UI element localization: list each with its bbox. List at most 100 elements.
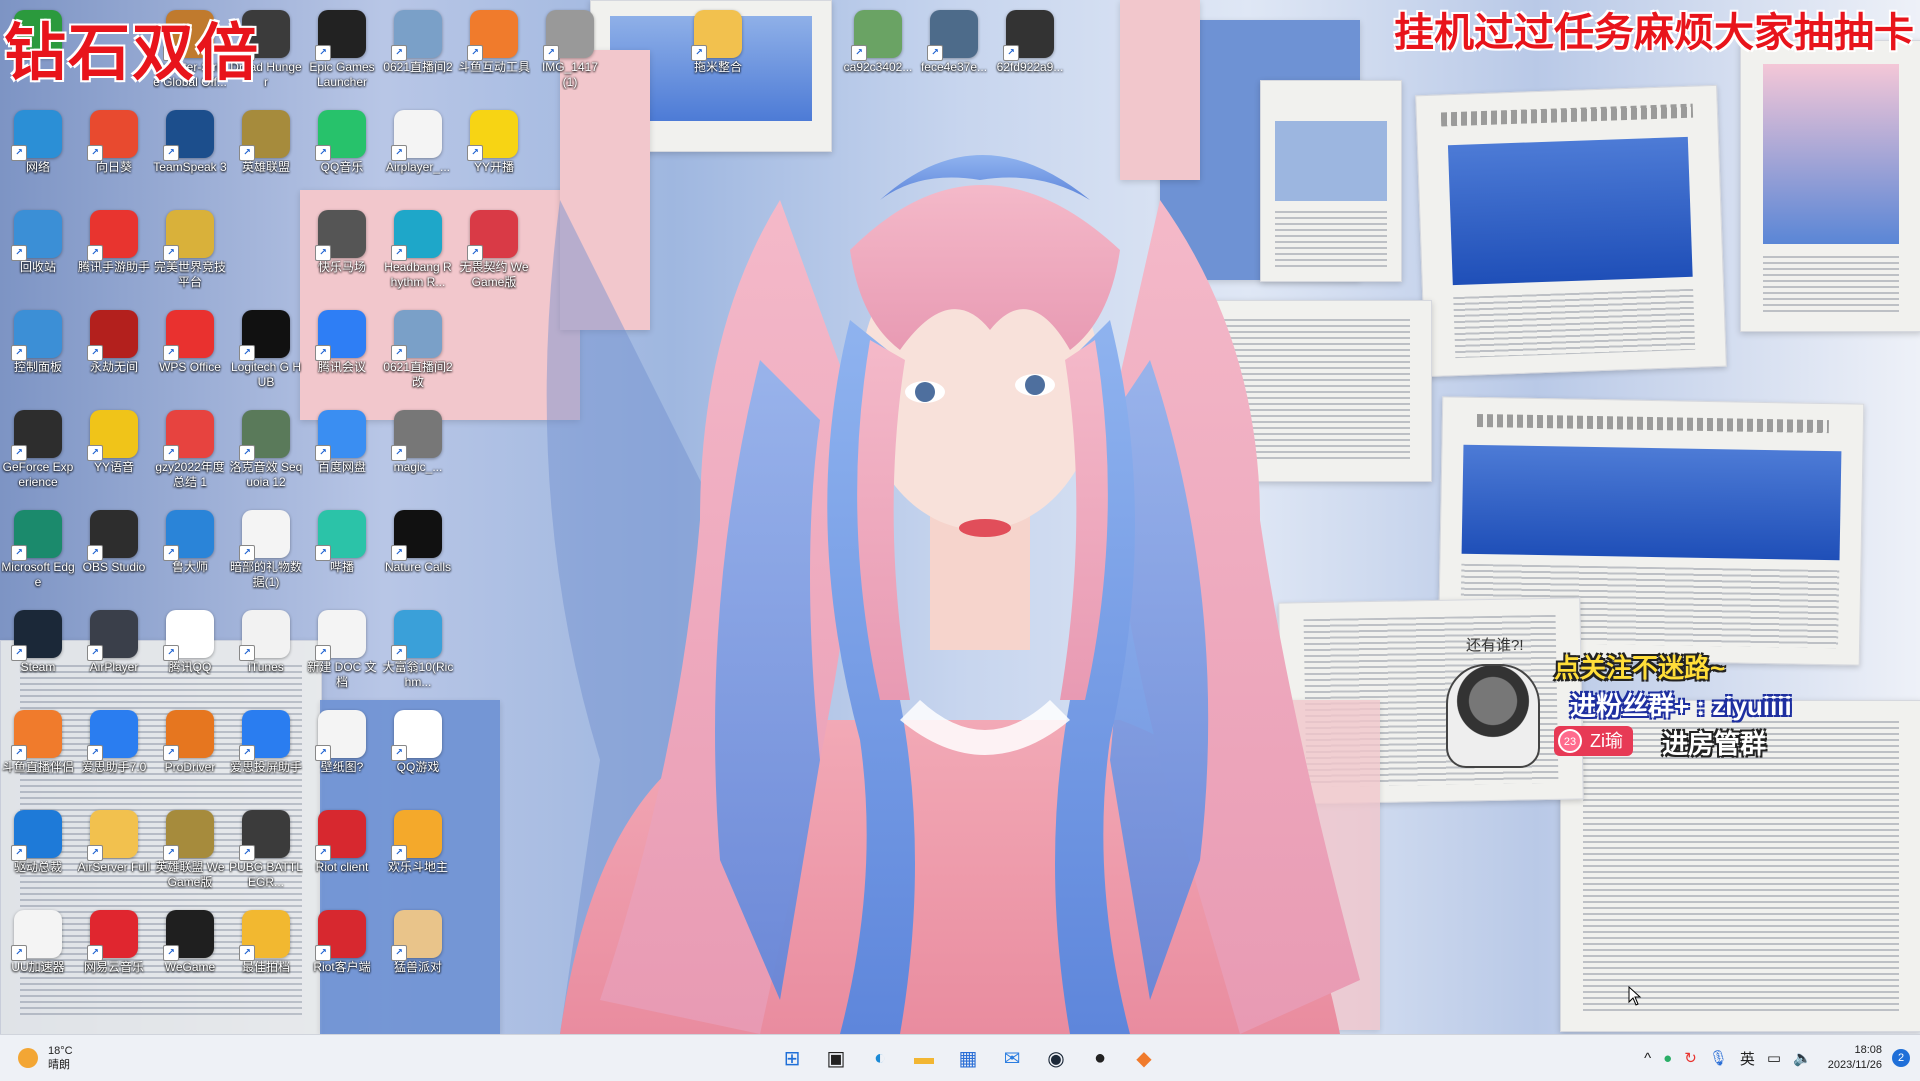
shortcut-arrow-icon: ↗	[239, 945, 255, 961]
desktop-icon[interactable]: ↗ 鲁大师	[153, 504, 227, 600]
desktop-icon[interactable]: ↗ 斗鱼直播伴侣	[1, 704, 75, 800]
desktop-icon[interactable]: ↗ 腾讯QQ	[153, 604, 227, 700]
desktop-icon[interactable]: ↗ Microsoft Edge	[1, 504, 75, 600]
notification-badge[interactable]: 2	[1892, 1049, 1910, 1067]
desktop-icon[interactable]: ↗ 大富翁10(Richm...	[381, 604, 455, 700]
weather-widget[interactable]: 18°C 晴朗	[18, 1041, 73, 1075]
desktop-icon[interactable]: ↗ GeForce Experience	[1, 404, 75, 500]
desktop-icon-label: gzy2022年度总结 1	[155, 460, 225, 489]
shortcut-arrow-icon: ↗	[87, 945, 103, 961]
desktop-icon[interactable]: ↗ Headbang Rhythm R...	[381, 204, 455, 300]
desktop-icon[interactable]: ↗ Riot client	[305, 804, 379, 900]
desktop-icon[interactable]: ↗ 壁纸图?	[305, 704, 379, 800]
desktop-icon[interactable]: ↗ OBS Studio	[77, 504, 151, 600]
shortcut-arrow-icon: ↗	[87, 645, 103, 661]
microsoft-store-icon[interactable]: ▦	[950, 1040, 986, 1076]
desktop-icon[interactable]: ↗ 网易云音乐	[77, 904, 151, 1000]
desktop-icon-label: fece4e37e...	[920, 60, 988, 74]
desktop-icon[interactable]: ↗ AirServer Full	[77, 804, 151, 900]
desktop-icon[interactable]: ↗ 暗部的礼物数据(1)	[229, 504, 303, 600]
desktop-icon[interactable]: ↗ fece4e37e...	[917, 4, 991, 100]
shortcut-arrow-icon: ↗	[163, 545, 179, 561]
desktop-icon[interactable]: ↗ Riot客户端	[305, 904, 379, 1000]
bibo-icon: ↗	[315, 510, 366, 561]
desktop-icon[interactable]: ↗ 网络	[1, 104, 75, 200]
valorant-icon: ↗	[467, 210, 518, 261]
desktop-icon[interactable]: ↗ 腾讯会议	[305, 304, 379, 400]
desktop-icon[interactable]: ↗ 斗鱼互动工具	[457, 4, 531, 100]
desktop-icon[interactable]: ↗ 拖米整合	[681, 4, 755, 100]
desktop-icon[interactable]: ↗ ProDriver	[153, 704, 227, 800]
desktop-icon[interactable]: ↗ Airplayer_...	[381, 104, 455, 200]
desktop-icon[interactable]: ↗ WeGame	[153, 904, 227, 1000]
mail-icon[interactable]: ✉	[994, 1040, 1030, 1076]
clock[interactable]: 18:08 2023/11/26	[1828, 1043, 1882, 1073]
ime-indicator[interactable]: 英	[1740, 1048, 1755, 1069]
airplayer-icon: ↗	[87, 610, 138, 661]
desktop-icon[interactable]: ↗ 无畏契约 WeGame版	[457, 204, 531, 300]
desktop-icon[interactable]: ↗ 控制面板	[1, 304, 75, 400]
shortcut-arrow-icon: ↗	[163, 845, 179, 861]
desktop-icon[interactable]: ↗ 欢乐斗地主	[381, 804, 455, 900]
chevron-up-icon[interactable]: ^	[1644, 1050, 1651, 1067]
desktop-icon[interactable]: ↗ 哔播	[305, 504, 379, 600]
desktop-icon[interactable]: ↗ 62fd922a9...	[993, 4, 1067, 100]
desktop-icon[interactable]: ↗ PUBG BATTLEGR...	[229, 804, 303, 900]
desktop-icon[interactable]: ↗ 腾讯手游助手	[77, 204, 151, 300]
desktop-icon[interactable]: ↗ 爱思助手7.0	[77, 704, 151, 800]
desktop-icon[interactable]: ↗ 最佳拍档	[229, 904, 303, 1000]
sync-tray-icon[interactable]: ↻	[1684, 1049, 1697, 1067]
logitech-icon: ↗	[239, 310, 290, 361]
file-explorer-icon[interactable]: ▬	[906, 1040, 942, 1076]
microphone-icon[interactable]: 🎙	[1709, 1049, 1728, 1067]
volume-icon[interactable]: 🔈	[1793, 1049, 1812, 1067]
desktop-icon-label: 爱思助手7.0	[81, 760, 147, 774]
desktop-icon[interactable]: ↗ Epic Games Launcher	[305, 4, 379, 100]
desktop-icon[interactable]: ↗ Logitech G HUB	[229, 304, 303, 400]
desktop-icon[interactable]: ↗ 猛兽派对	[381, 904, 455, 1000]
desktop-icon[interactable]: ↗ QQ游戏	[381, 704, 455, 800]
shortcut-arrow-icon: ↗	[315, 645, 331, 661]
desktop-icon[interactable]: ↗ 快乐马场	[305, 204, 379, 300]
desktop-icon[interactable]: ↗ 回收站	[1, 204, 75, 300]
desktop-icon-label: 爱思投屏助手	[229, 760, 302, 774]
desktop-icon[interactable]: ↗ Nature Calls	[381, 504, 455, 600]
image-icon: ↗	[1003, 10, 1054, 61]
desktop-icon[interactable]: ↗ QQ音乐	[305, 104, 379, 200]
desktop-icon[interactable]: ↗ YY语音	[77, 404, 151, 500]
desktop-icon[interactable]: ↗ 爱思投屏助手	[229, 704, 303, 800]
desktop-icon[interactable]: ↗ 向日葵	[77, 104, 151, 200]
obs-icon[interactable]: ●	[1082, 1040, 1118, 1076]
desktop-icon[interactable]: ↗ 新建 DOC 文档	[305, 604, 379, 700]
desktop-icon[interactable]: ↗ Steam	[1, 604, 75, 700]
desktop-icon[interactable]: ↗ 永劫无间	[77, 304, 151, 400]
wechat-tray-icon[interactable]: ●	[1663, 1050, 1672, 1067]
desktop-icon[interactable]: ↗ 驱动总裁	[1, 804, 75, 900]
desktop-icon[interactable]: ↗ 洛克音效 Sequoia 12	[229, 404, 303, 500]
desktop-icon[interactable]: ↗ UU加速器	[1, 904, 75, 1000]
network-icon[interactable]: ▭	[1767, 1049, 1781, 1067]
desktop-icon[interactable]: ↗ 0621直播间2 改	[381, 304, 455, 400]
desktop-icon[interactable]: ↗ gzy2022年度总结 1	[153, 404, 227, 500]
desktop-icon[interactable]: ↗ 完美世界竞技平台	[153, 204, 227, 300]
start-button-icon[interactable]: ⊞	[774, 1040, 810, 1076]
desktop-icon[interactable]: ↗ ca92c3402...	[841, 4, 915, 100]
edge-icon[interactable]: ◐	[862, 1040, 898, 1076]
desktop-icon[interactable]: ↗ YY开播	[457, 104, 531, 200]
desktop-icon[interactable]: ↗ 百度网盘	[305, 404, 379, 500]
desktop-icon[interactable]: ↗ AirPlayer	[77, 604, 151, 700]
epic-icon: ↗	[315, 10, 366, 61]
task-view-icon[interactable]: ▣	[818, 1040, 854, 1076]
desktop-icon[interactable]: ↗ 英雄联盟 WeGame版	[153, 804, 227, 900]
desktop-icon[interactable]: ↗ 英雄联盟	[229, 104, 303, 200]
desktop-icon[interactable]: ↗ magic_...	[381, 404, 455, 500]
party-animals-icon: ↗	[391, 910, 442, 961]
desktop-icon[interactable]: ↗ iTunes	[229, 604, 303, 700]
desktop-icon[interactable]: ↗ IMG_1417 (1)	[533, 4, 607, 100]
douyu-icon[interactable]: ◆	[1126, 1040, 1162, 1076]
desktop-icon[interactable]: ↗ 0621直播间2	[381, 4, 455, 100]
steam-icon[interactable]: ◉	[1038, 1040, 1074, 1076]
douyu-icon: ↗	[467, 10, 518, 61]
desktop-icon[interactable]: ↗ WPS Office	[153, 304, 227, 400]
desktop-icon[interactable]: ↗ TeamSpeak 3	[153, 104, 227, 200]
